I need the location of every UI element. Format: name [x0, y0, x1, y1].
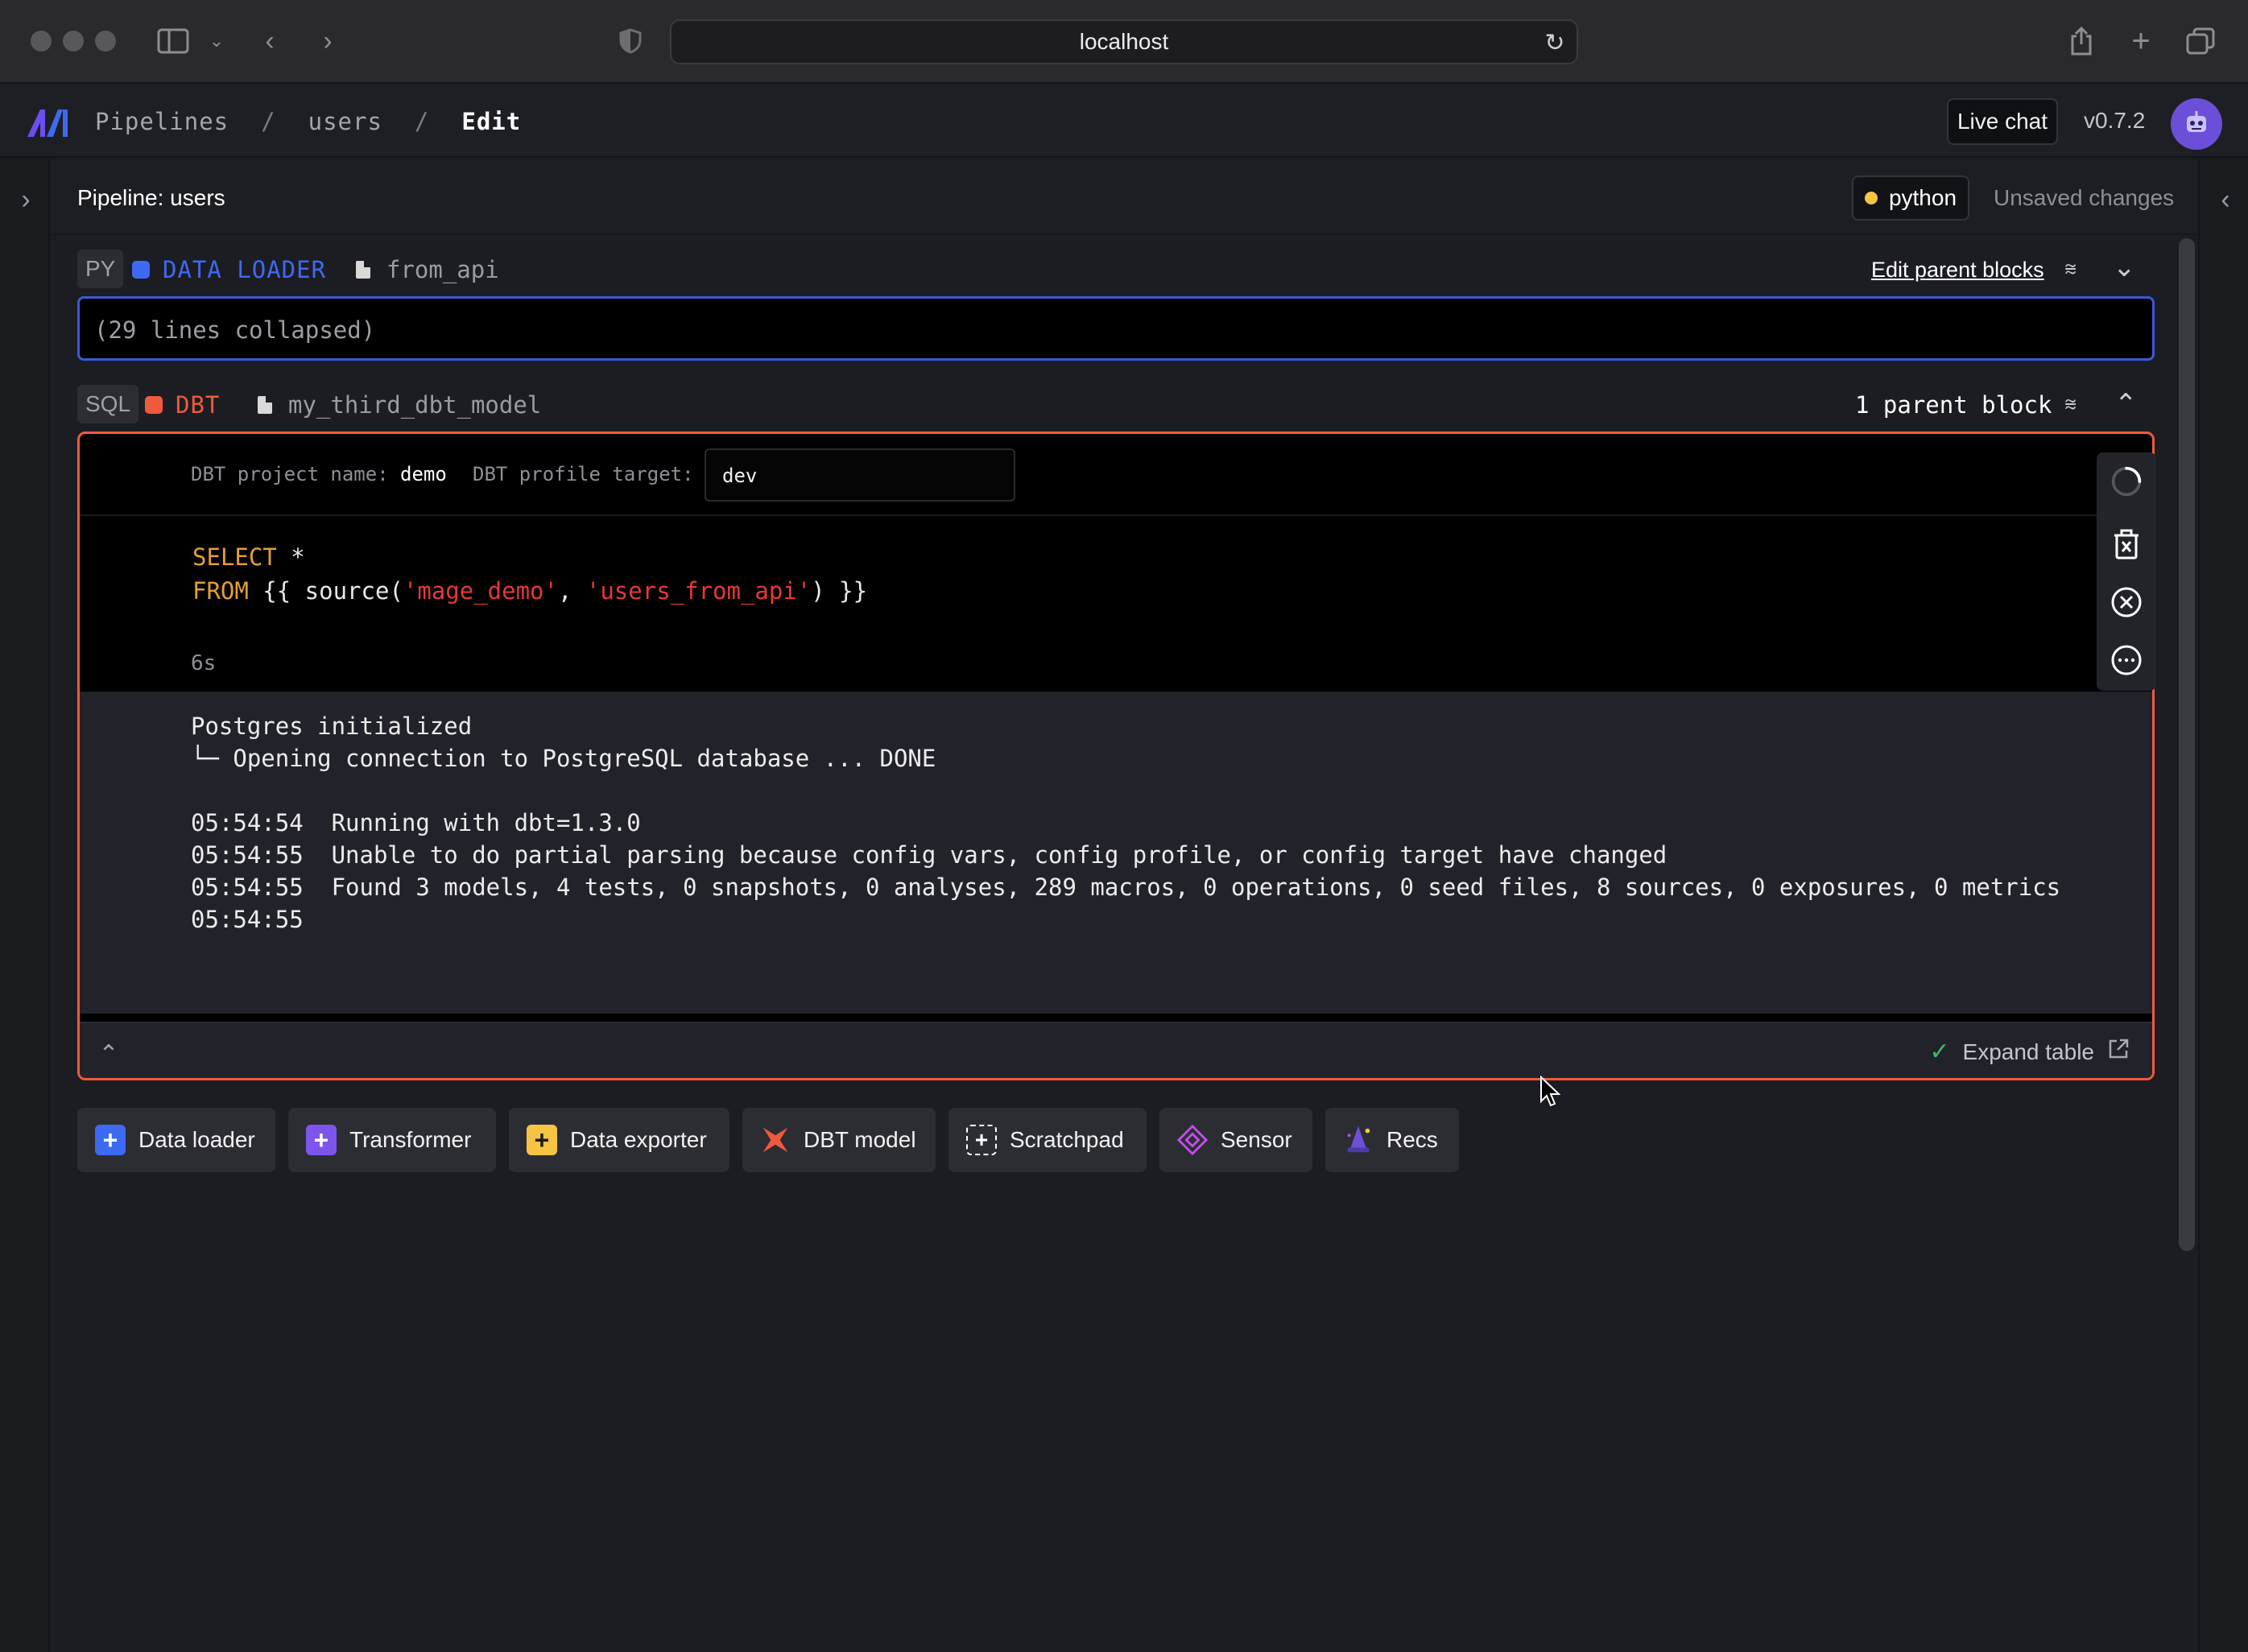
version-label: v0.7.2: [2084, 108, 2146, 133]
plus-icon: +: [306, 1125, 337, 1155]
block-language-tag: PY: [77, 250, 124, 288]
expand-right-sidebar-icon[interactable]: ‹: [2209, 184, 2242, 216]
mouse-cursor-icon: [1539, 1075, 1561, 1112]
external-link-icon: [2107, 1038, 2130, 1066]
minimize-window-button[interactable]: [63, 31, 84, 52]
dbt-icon: [760, 1125, 791, 1155]
new-tab-icon[interactable]: +: [2122, 23, 2159, 60]
address-bar[interactable]: localhost ↻: [670, 19, 1578, 64]
add-dbt-model-button[interactable]: DBT model: [742, 1108, 936, 1172]
breadcrumb-pipeline[interactable]: users: [308, 108, 382, 135]
collapse-output-icon[interactable]: ⌃: [94, 1039, 123, 1068]
running-spinner-icon: [2110, 465, 2143, 498]
delete-block-icon[interactable]: [2110, 528, 2143, 560]
dbt-project-label: DBT project name:: [191, 463, 389, 485]
edit-parent-blocks-link[interactable]: Edit parent blocks: [1871, 258, 2044, 283]
dbt-profile-label: DBT profile target:: [473, 463, 694, 485]
browser-toolbar: ⌄ ‹ › localhost ↻ +: [0, 0, 2248, 84]
block-type-label: DATA LOADER: [163, 256, 327, 283]
breadcrumb: Pipelines / users / Edit: [95, 108, 522, 135]
kernel-language-badge[interactable]: python: [1852, 176, 1969, 221]
add-scratchpad-button[interactable]: + Scratchpad: [948, 1108, 1147, 1172]
block-language-tag: SQL: [77, 385, 139, 423]
block-actions-toolbar: [2097, 452, 2156, 691]
file-icon: [356, 261, 370, 279]
add-recs-button[interactable]: Recs: [1325, 1108, 1459, 1172]
avatar[interactable]: [2171, 98, 2222, 150]
collapsed-lines-text: (29 lines collapsed): [94, 316, 376, 344]
chevron-down-icon[interactable]: ⌄: [198, 23, 235, 60]
more-options-icon[interactable]: [2110, 644, 2143, 676]
expand-table-button[interactable]: ✓ Expand table: [1929, 1038, 2130, 1066]
dbt-color-icon: [145, 396, 163, 414]
share-icon[interactable]: [2063, 23, 2100, 60]
back-icon[interactable]: ‹: [251, 23, 288, 60]
left-sidebar-collapsed: ›: [0, 159, 50, 1652]
check-icon: ✓: [1929, 1039, 1950, 1065]
expand-table-label: Expand table: [1962, 1039, 2094, 1064]
sensor-icon: [1177, 1124, 1208, 1156]
breadcrumb-current: Edit: [461, 108, 522, 135]
code-line-1[interactable]: SELECT *: [192, 543, 305, 571]
block-output: Postgres initialized └─ Opening connecti…: [80, 692, 2152, 1014]
sidebar-toggle-icon[interactable]: [155, 23, 192, 60]
kernel-language-label: python: [1888, 185, 1957, 210]
output-footer: ⌃ ✓ Expand table: [80, 1022, 2152, 1078]
breadcrumb-pipelines[interactable]: Pipelines: [95, 108, 229, 135]
wizard-icon: [1343, 1125, 1374, 1155]
output-line: Postgres initialized: [191, 712, 473, 740]
right-sidebar-collapsed: ‹: [2198, 159, 2248, 1652]
plus-icon: +: [527, 1125, 557, 1155]
plus-square-icon: +: [966, 1125, 997, 1155]
output-line: 05:54:54 Running with dbt=1.3.0: [191, 809, 641, 836]
forward-icon[interactable]: ›: [309, 23, 346, 60]
chevron-down-icon[interactable]: ⌄: [2113, 251, 2136, 283]
reload-icon[interactable]: ↻: [1541, 29, 1568, 56]
plus-icon: +: [95, 1125, 126, 1155]
cancel-run-icon[interactable]: [2110, 586, 2143, 618]
execution-time: 6s: [191, 651, 217, 675]
code-line-2[interactable]: FROM {{ source('mage_demo', 'users_from_…: [192, 577, 867, 605]
kernel-status-dot: [1864, 192, 1878, 204]
chevron-up-icon[interactable]: ⌃: [2114, 388, 2138, 420]
dbt-project-value: demo: [400, 463, 447, 485]
save-status: Unsaved changes: [1994, 185, 2175, 210]
parent-blocks-icon[interactable]: ⩬: [2064, 256, 2077, 282]
dbt-block: DBT project name: demo DBT profile targe…: [77, 432, 2155, 1080]
app-header: Pipelines / users / Edit Live chat v0.7.…: [0, 85, 2248, 158]
output-line: 05:54:55 Unable to do partial parsing be…: [191, 841, 1667, 869]
tabs-overview-icon[interactable]: [2182, 23, 2219, 60]
pipeline-header: Pipeline: users python Unsaved changes: [52, 159, 2196, 235]
parent-block-count[interactable]: 1 parent block: [1855, 391, 2052, 419]
expand-left-sidebar-icon[interactable]: ›: [10, 184, 42, 216]
dbt-profile-target-input[interactable]: dev: [705, 448, 1015, 502]
scrollbar[interactable]: [2179, 238, 2195, 1251]
data-loader-color-icon: [132, 261, 150, 279]
output-line: 05:54:55: [191, 906, 304, 933]
dbt-config-bar: DBT project name: demo DBT profile targe…: [80, 434, 2152, 516]
url-text: localhost: [1079, 29, 1169, 54]
add-sensor-button[interactable]: Sensor: [1159, 1108, 1312, 1172]
output-line: └─ Opening connection to PostgreSQL data…: [191, 745, 936, 772]
block-name[interactable]: from_api: [386, 256, 499, 283]
parent-blocks-icon[interactable]: ⩬: [2064, 391, 2077, 417]
add-transformer-button[interactable]: + Transformer: [288, 1108, 496, 1172]
output-line: 05:54:55 Found 3 models, 4 tests, 0 snap…: [191, 873, 2061, 901]
pipeline-title: Pipeline: users: [77, 185, 225, 210]
block-header-dbt: SQL DBT my_third_dbt_model 1 parent bloc…: [77, 385, 2155, 427]
collapsed-code-editor[interactable]: (29 lines collapsed): [77, 296, 2155, 361]
add-data-loader-button[interactable]: + Data loader: [77, 1108, 275, 1172]
shield-icon[interactable]: [612, 23, 649, 60]
add-data-exporter-button[interactable]: + Data exporter: [509, 1108, 729, 1172]
mage-logo-icon[interactable]: [26, 106, 69, 138]
close-window-button[interactable]: [31, 31, 52, 52]
block-header-data-loader: PY DATA LOADER from_api Edit parent bloc…: [77, 250, 2155, 291]
file-icon: [258, 396, 272, 414]
zoom-window-button[interactable]: [95, 31, 116, 52]
block-type-label: DBT: [176, 391, 221, 419]
dbt-profile-value: dev: [722, 465, 758, 487]
block-name[interactable]: my_third_dbt_model: [288, 391, 541, 419]
live-chat-button[interactable]: Live chat: [1947, 98, 2058, 145]
